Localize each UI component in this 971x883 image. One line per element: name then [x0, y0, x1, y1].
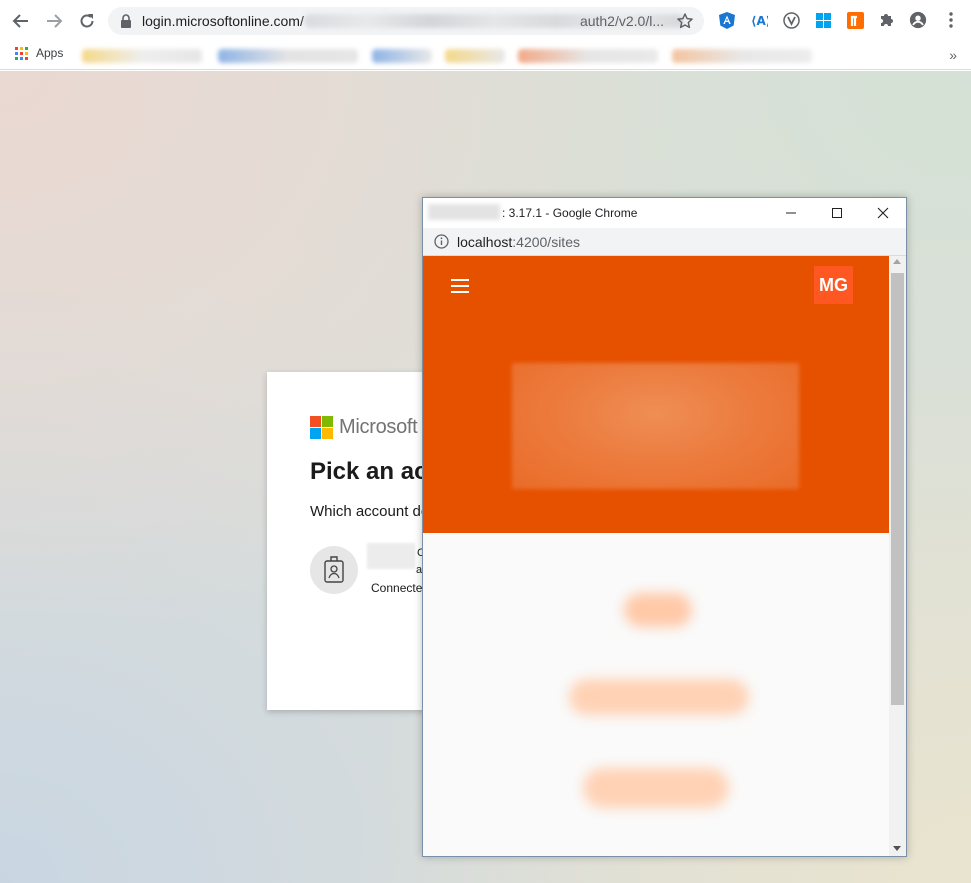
- hero-banner-redacted: [512, 363, 799, 489]
- list-item-redacted[interactable]: [624, 593, 692, 627]
- close-icon: [877, 207, 889, 219]
- list-item-redacted[interactable]: [583, 768, 729, 808]
- menu-dots-icon[interactable]: [942, 11, 960, 29]
- popup-titlebar[interactable]: : 3.17.1 - Google Chrome: [423, 198, 906, 228]
- microsoft-wordmark: Microsoft: [339, 416, 418, 438]
- reload-button[interactable]: [75, 9, 99, 33]
- address-url-tail: auth2/v2.0/l...: [579, 13, 664, 29]
- minimize-button[interactable]: [776, 201, 806, 225]
- maximize-icon: [832, 208, 842, 218]
- vue-icon[interactable]: [782, 11, 800, 29]
- address-url-host: login.microsoftonline.com/: [142, 13, 304, 29]
- bookmarks-overflow-button[interactable]: »: [949, 47, 957, 63]
- app-viewport: MG: [423, 256, 889, 856]
- work-badge-icon: [324, 556, 344, 583]
- back-button[interactable]: [9, 9, 33, 33]
- bookmark-item-redacted[interactable]: [218, 49, 358, 63]
- profile-icon[interactable]: [909, 11, 927, 29]
- popup-address-bar[interactable]: localhost:4200/sites: [423, 228, 906, 256]
- maximize-button[interactable]: [822, 201, 852, 225]
- apps-shortcut[interactable]: Apps: [15, 46, 63, 60]
- minimize-icon: [786, 212, 796, 214]
- popup-title: : 3.17.1 - Google Chrome: [502, 206, 638, 220]
- info-icon[interactable]: [434, 234, 449, 249]
- apps-label: Apps: [36, 46, 64, 60]
- menu-button[interactable]: [449, 277, 471, 295]
- r-extension-icon[interactable]: [846, 11, 864, 29]
- close-button[interactable]: [868, 201, 898, 225]
- bookmark-star-icon[interactable]: [676, 12, 694, 30]
- scroll-up-arrow-icon[interactable]: [893, 259, 901, 264]
- hamburger-line: [451, 291, 469, 293]
- bookmark-item-redacted[interactable]: [672, 49, 812, 63]
- account-name-redacted: [367, 543, 415, 569]
- forward-arrow-icon: [47, 14, 63, 28]
- bookmark-item-redacted[interactable]: [82, 49, 202, 63]
- azure-icon[interactable]: ⟨A⟩: [750, 11, 768, 29]
- lock-icon: [121, 14, 131, 28]
- popup-app-name-redacted: [428, 204, 500, 220]
- account-tile[interactable]: [310, 546, 358, 594]
- reload-icon: [80, 14, 94, 28]
- microsoft-squares-icon: [310, 416, 333, 439]
- microsoft-logo: Microsoft: [310, 416, 418, 439]
- scrollbar-thumb[interactable]: [891, 273, 904, 705]
- hamburger-line: [451, 279, 469, 281]
- browser-toolbar: login.microsoftonline.com/ auth2/v2.0/l.…: [0, 0, 971, 42]
- vertical-scrollbar[interactable]: [889, 256, 906, 856]
- address-bar[interactable]: login.microsoftonline.com/ auth2/v2.0/l.…: [108, 7, 704, 35]
- windows-icon[interactable]: [814, 11, 832, 29]
- user-avatar[interactable]: MG: [814, 266, 853, 304]
- popup-window: : 3.17.1 - Google Chrome localhost:4200/…: [422, 197, 907, 857]
- svg-text:⟨A⟩: ⟨A⟩: [751, 14, 768, 27]
- puzzle-icon[interactable]: [878, 11, 896, 29]
- back-arrow-icon: [12, 14, 28, 28]
- bookmark-item-redacted[interactable]: [518, 49, 658, 63]
- scroll-down-arrow-icon[interactable]: [893, 846, 901, 851]
- app-header: MG: [423, 256, 889, 533]
- hamburger-line: [451, 285, 469, 287]
- apps-grid-icon: [15, 46, 28, 60]
- popup-url: localhost:4200/sites: [457, 234, 580, 250]
- list-item-redacted[interactable]: [569, 679, 749, 715]
- forward-button[interactable]: [42, 9, 66, 33]
- angular-icon[interactable]: [718, 11, 736, 29]
- popup-url-host: localhost: [457, 234, 513, 250]
- bookmark-item-redacted[interactable]: [372, 49, 432, 63]
- popup-url-path: :4200/sites: [512, 234, 580, 250]
- bookmarks-bar: Apps »: [0, 42, 971, 70]
- bookmark-item-redacted[interactable]: [445, 49, 505, 63]
